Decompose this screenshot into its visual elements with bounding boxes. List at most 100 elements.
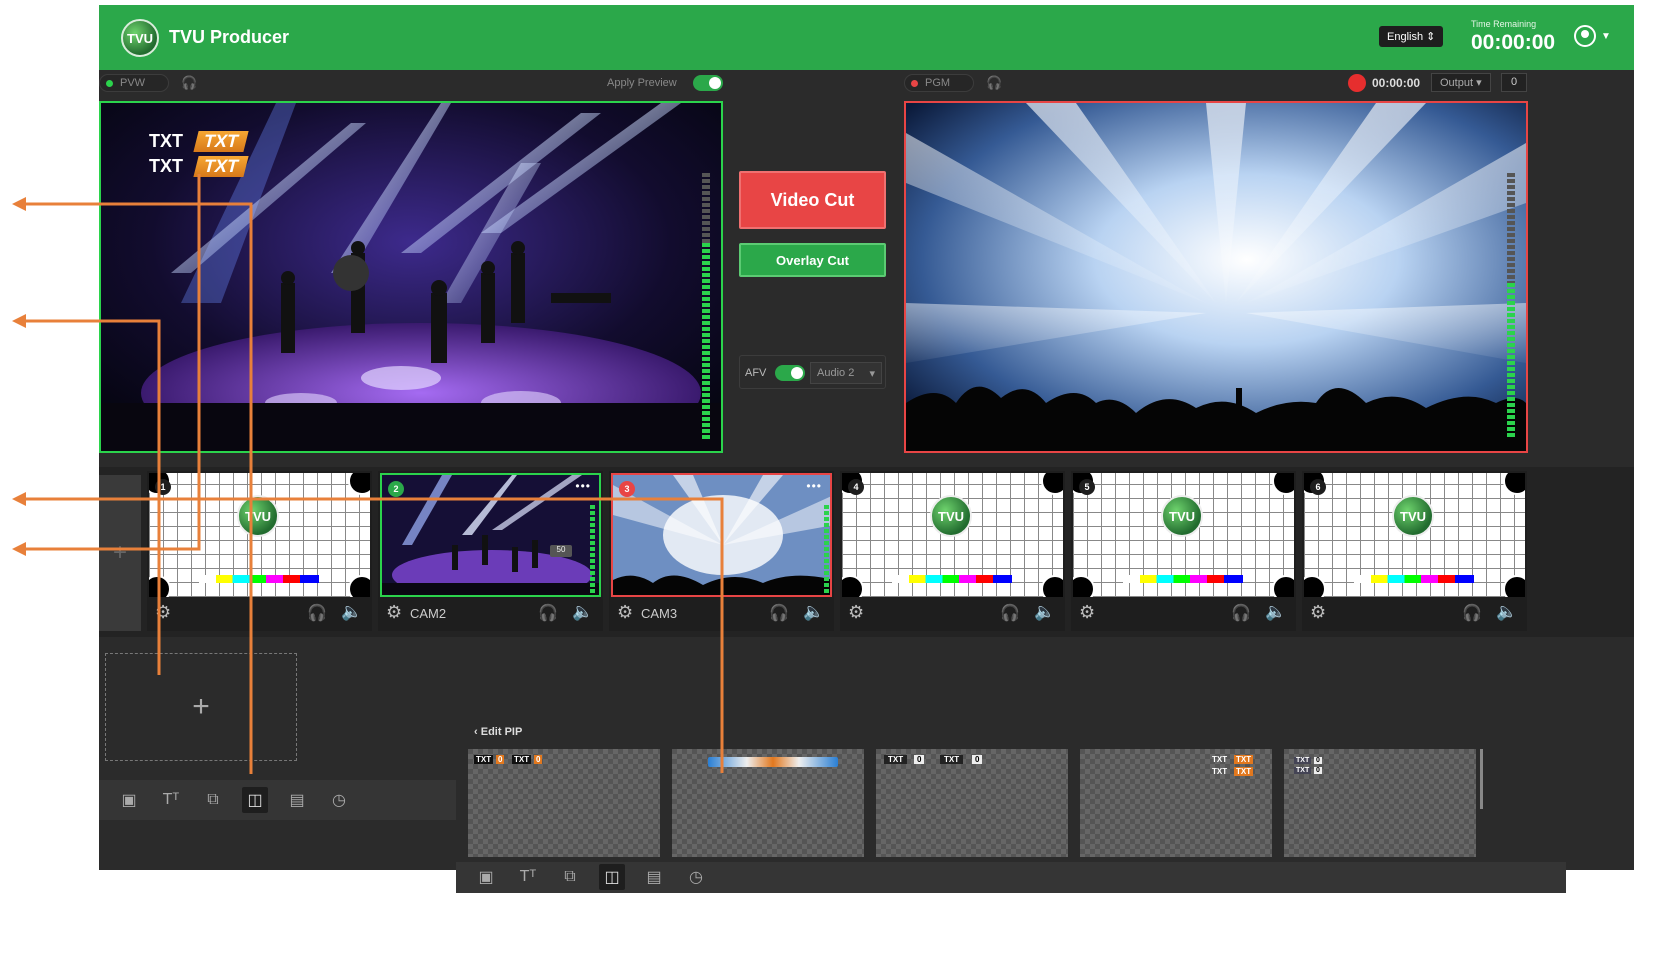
source-number: 1 bbox=[155, 479, 171, 495]
language-select[interactable]: English ⇕ bbox=[1379, 26, 1444, 47]
tvu-logo: TVU bbox=[121, 19, 159, 57]
speaker-icon[interactable]: 🔈 bbox=[1265, 602, 1286, 622]
add-overlay-button[interactable]: + bbox=[105, 653, 297, 761]
image-icon[interactable]: ▣ bbox=[116, 787, 142, 813]
clock-icon[interactable]: ◷ bbox=[683, 864, 709, 890]
source-thumbnail: TVU 5 bbox=[1073, 473, 1294, 597]
audio-meter bbox=[590, 505, 595, 593]
afv-toggle[interactable] bbox=[775, 365, 805, 381]
updown-icon: ⇕ bbox=[1426, 31, 1436, 43]
headphone-icon[interactable]: 🎧 bbox=[986, 75, 1002, 91]
pip-template-4[interactable]: TXT TXT TXT TXT bbox=[1080, 749, 1272, 857]
pip-txt: TXT bbox=[940, 755, 964, 764]
headphone-icon[interactable]: 🎧 bbox=[1000, 603, 1020, 623]
source-tile-2[interactable]: 2 ••• 50 ⚙ CAM2 🎧 🔈 bbox=[378, 471, 603, 631]
headphone-icon[interactable]: 🎧 bbox=[538, 603, 558, 623]
time-remaining-label: Time Remaining bbox=[1471, 19, 1537, 29]
video-cut-button[interactable]: Video Cut bbox=[739, 171, 886, 229]
film-icon[interactable]: ▤ bbox=[641, 864, 667, 890]
pip-icon[interactable]: ◫ bbox=[242, 787, 268, 813]
audio-select[interactable]: Audio 2 ▾ bbox=[810, 362, 882, 384]
color-bars bbox=[199, 575, 319, 583]
tile-controls: ⚙ CAM3 🎧 🔈 bbox=[609, 599, 834, 629]
overlay-cut-button[interactable]: Overlay Cut bbox=[739, 243, 886, 277]
pip-value: 0 bbox=[496, 755, 505, 764]
headphone-icon[interactable]: 🎧 bbox=[307, 603, 327, 623]
user-avatar-icon[interactable] bbox=[1574, 25, 1596, 47]
image-icon[interactable]: ▣ bbox=[473, 864, 499, 890]
concert-thumbnail bbox=[382, 475, 599, 595]
speaker-icon[interactable]: 🔈 bbox=[803, 602, 824, 622]
pip-template-3[interactable]: TXT 0 TXT 0 bbox=[876, 749, 1068, 857]
source-tile-3[interactable]: 3 ••• ⚙ CAM3 🎧 🔈 bbox=[609, 471, 834, 631]
color-bars bbox=[892, 575, 1012, 583]
edit-pip-header[interactable]: ‹ Edit PIP bbox=[474, 726, 522, 738]
speaker-icon[interactable]: 🔈 bbox=[1496, 602, 1517, 622]
pip-template-2[interactable] bbox=[672, 749, 864, 857]
output-dropdown[interactable]: Output ▾ bbox=[1431, 73, 1491, 92]
afv-panel: AFV Audio 2 ▾ bbox=[739, 355, 886, 389]
text-icon[interactable]: Tᵀ bbox=[515, 864, 541, 890]
source-tile-6[interactable]: TVU 6 ⚙ 🎧 🔈 bbox=[1302, 471, 1527, 631]
apply-preview-label: Apply Preview bbox=[607, 77, 677, 89]
pip-txt: TXT bbox=[512, 755, 532, 764]
preview-monitor[interactable]: TXT TXT TXT TXT bbox=[99, 101, 723, 453]
headphone-icon[interactable]: 🎧 bbox=[1231, 603, 1251, 623]
source-tile-5[interactable]: TVU 5 ⚙ 🎧 🔈 bbox=[1071, 471, 1296, 631]
tile-controls: ⚙ 🎧 🔈 bbox=[1302, 599, 1527, 629]
pip-value: 0 bbox=[1314, 757, 1322, 764]
layers-icon[interactable]: ⧉ bbox=[200, 787, 226, 813]
overlay-txt-orange-1: TXT bbox=[193, 131, 249, 152]
tvu-logo: TVU bbox=[1161, 495, 1203, 537]
more-icon[interactable]: ••• bbox=[575, 479, 591, 493]
pip-icon[interactable]: ◫ bbox=[599, 864, 625, 890]
source-thumbnail: TVU 4 bbox=[842, 473, 1063, 597]
more-icon[interactable]: ••• bbox=[806, 479, 822, 493]
gear-icon[interactable]: ⚙ bbox=[1079, 602, 1095, 623]
headphone-icon[interactable]: 🎧 bbox=[1462, 603, 1482, 623]
program-monitor[interactable] bbox=[904, 101, 1528, 453]
tile-controls: ⚙ 🎧 🔈 bbox=[1071, 599, 1296, 629]
gear-icon[interactable]: ⚙ bbox=[1310, 602, 1326, 623]
audio-meter bbox=[702, 243, 710, 439]
corner-circle bbox=[348, 575, 370, 597]
color-bars bbox=[1354, 575, 1474, 583]
pip-template-1[interactable]: TXT 0 TXT 0 bbox=[468, 749, 660, 857]
scrollbar[interactable] bbox=[1480, 749, 1483, 809]
clock-icon[interactable]: ◷ bbox=[326, 787, 352, 813]
pgm-label: PGM bbox=[904, 74, 974, 92]
record-button[interactable] bbox=[1348, 74, 1366, 92]
source-name: CAM3 bbox=[641, 606, 678, 621]
source-tile-4[interactable]: TVU 4 ⚙ 🎧 🔈 bbox=[840, 471, 1065, 631]
gear-icon[interactable]: ⚙ bbox=[386, 602, 402, 623]
layers-icon[interactable]: ⧉ bbox=[557, 864, 583, 890]
overlay-txt-1: TXT bbox=[149, 131, 183, 151]
film-icon[interactable]: ▤ bbox=[284, 787, 310, 813]
corner-circle bbox=[1272, 575, 1294, 597]
gear-icon[interactable]: ⚙ bbox=[155, 602, 171, 623]
arrow-left-icon bbox=[12, 314, 26, 328]
corner-circle bbox=[1503, 575, 1525, 597]
speaker-icon[interactable]: 🔈 bbox=[341, 602, 362, 622]
gear-icon[interactable]: ⚙ bbox=[848, 602, 864, 623]
arrow-left-icon bbox=[12, 542, 26, 556]
speaker-icon[interactable]: 🔈 bbox=[1034, 602, 1055, 622]
add-source-button[interactable]: + bbox=[99, 475, 141, 631]
tvu-logo: TVU bbox=[237, 495, 279, 537]
apply-preview-toggle[interactable] bbox=[693, 75, 723, 91]
gear-icon[interactable]: ⚙ bbox=[617, 602, 633, 623]
headphone-icon[interactable]: 🎧 bbox=[181, 75, 197, 91]
speaker-icon[interactable]: 🔈 bbox=[572, 602, 593, 622]
time-remaining-value: 00:00:00 bbox=[1471, 31, 1556, 54]
chevron-down-icon[interactable]: ▼ bbox=[1601, 31, 1611, 42]
tvu-logo: TVU bbox=[930, 495, 972, 537]
pip-txt: TXT bbox=[884, 755, 908, 764]
text-icon[interactable]: Tᵀ bbox=[158, 787, 184, 813]
top-bar: TVU TVU Producer English ⇕ Time Remainin… bbox=[99, 5, 1634, 70]
pip-template-5[interactable]: TXT 0 TXT 0 bbox=[1284, 749, 1476, 857]
source-tile-1[interactable]: TVU 1 ⚙ 🎧 🔈 bbox=[147, 471, 372, 631]
headphone-icon[interactable]: 🎧 bbox=[769, 603, 789, 623]
source-thumbnail: 3 ••• bbox=[611, 473, 832, 597]
source-number: 2 bbox=[388, 481, 404, 497]
overlay-txt-2: TXT bbox=[149, 156, 183, 176]
